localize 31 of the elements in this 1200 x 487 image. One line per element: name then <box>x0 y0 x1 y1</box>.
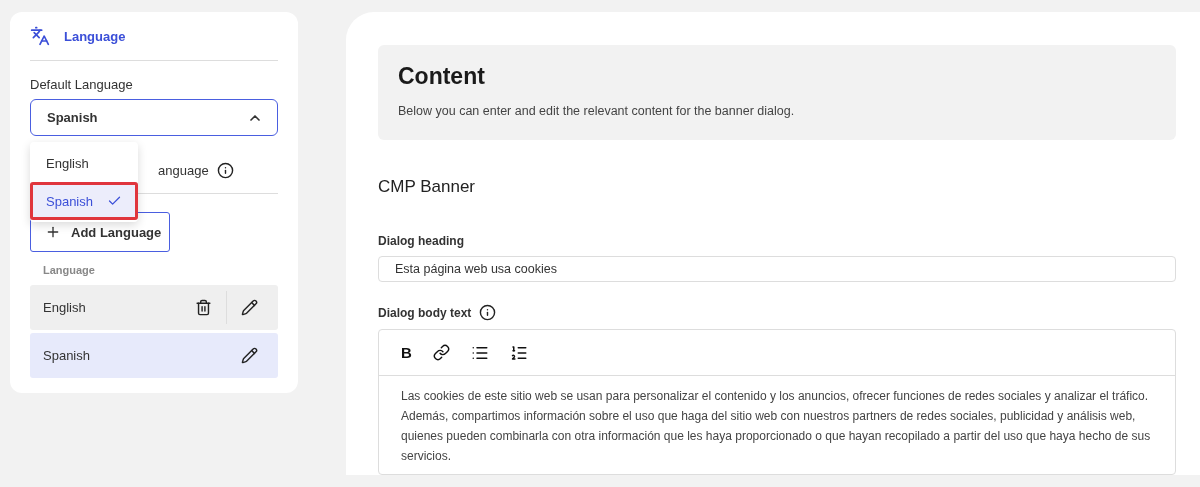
language-name: Spanish <box>43 348 91 364</box>
edit-button[interactable] <box>241 347 258 365</box>
dropdown-option[interactable]: Spanish <box>30 182 138 221</box>
dropdown-option[interactable]: English <box>30 144 138 183</box>
info-icon[interactable] <box>216 162 234 180</box>
delete-button[interactable] <box>195 299 212 317</box>
language-row[interactable]: English <box>30 285 278 331</box>
rich-text-editor[interactable] <box>378 329 1176 475</box>
field-label: anguage <box>158 163 209 179</box>
translate-icon <box>30 26 50 46</box>
field-label: Dialog body text <box>378 305 472 320</box>
trash-icon <box>195 299 212 317</box>
link-button[interactable] <box>432 344 450 361</box>
input-field[interactable]: Esta página web usa cookies <box>378 256 1176 282</box>
page-title: Content <box>398 63 486 90</box>
field-label: Dialog heading <box>378 234 464 248</box>
field-label: Default Language <box>30 77 134 92</box>
edit-button[interactable] <box>241 299 258 317</box>
section-title: Language <box>64 28 126 44</box>
language-row[interactable]: Spanish <box>30 333 278 378</box>
language-select[interactable]: Spanish <box>30 99 278 137</box>
info-icon[interactable] <box>479 304 497 321</box>
numbered-list-button[interactable] <box>509 343 528 362</box>
body-text: Las cookies de este sitio web se usan para personalizar el contenido y los anuncios, ofrecer funciones de redes sociales y analizar el tráfico. Además, compartimos información sobre el uso que haga del sitio web con nuestros partners de redes sociales, publicidad y análisis web, quienes pueden combinarla con otra información que les haya proporcionado o que hayan recopilado a partir del uso que haya hecho de sus servicios. <box>400 388 1152 465</box>
column-header: Language <box>43 264 96 277</box>
section-heading: CMP Banner <box>378 177 476 197</box>
page-description: Below you can enter and edit the relevant content for the banner dialog. <box>398 104 796 118</box>
pencil-icon <box>241 299 258 317</box>
pencil-icon <box>241 347 258 365</box>
language-name: English <box>43 300 87 316</box>
bold-button[interactable]: B <box>401 344 412 361</box>
